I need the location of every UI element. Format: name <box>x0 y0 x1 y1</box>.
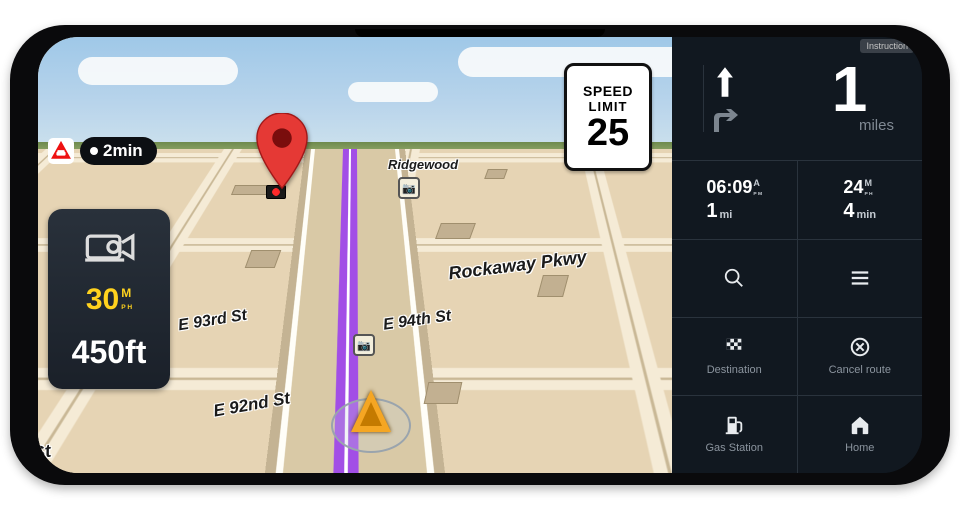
traffic-delay-value: 2min <box>80 137 157 165</box>
current-position-icon <box>331 388 411 468</box>
search-icon <box>723 267 745 289</box>
destination-button[interactable]: Destination <box>672 318 798 395</box>
flag-checkered-icon <box>723 336 745 358</box>
place-label: Ridgewood <box>388 157 458 172</box>
next-instruction-panel[interactable]: Instruction 1 miles <box>672 37 922 161</box>
app-screen: 📷 📷 Ridgewood Rockaway Pkwy E 93rd St E … <box>38 37 922 473</box>
speed-limit-label: SPEED <box>583 83 633 99</box>
gas-station-button[interactable]: Gas Station <box>672 396 798 473</box>
menu-icon <box>849 267 871 289</box>
trip-stats-row[interactable]: 06:09AP M 1mi 24MP H 4min <box>672 161 922 239</box>
cancel-route-label: Cancel route <box>829 364 891 376</box>
current-speed: 24MP H <box>843 177 872 198</box>
speed-limit-sign: SPEED LIMIT 25 <box>564 63 652 171</box>
menu-button[interactable] <box>798 240 923 317</box>
cancel-icon <box>849 336 871 358</box>
traffic-warning-icon <box>48 138 74 164</box>
speed-limit-value: 25 <box>587 114 629 152</box>
speed-camera-icon <box>83 227 135 267</box>
home-button[interactable]: Home <box>798 396 923 473</box>
eta-time: 06:09AP M <box>706 177 762 198</box>
phone-frame: 📷 📷 Ridgewood Rockaway Pkwy E 93rd St E … <box>10 25 950 485</box>
search-button[interactable] <box>672 240 798 317</box>
gas-pump-icon <box>723 414 745 436</box>
next-distance-value: 1 <box>832 64 868 115</box>
camera-distance: 450ft <box>72 334 147 371</box>
map-view[interactable]: 📷 📷 Ridgewood Rockaway Pkwy E 93rd St E … <box>38 37 672 473</box>
instruction-tag: Instruction <box>860 39 914 53</box>
next-distance-unit: miles <box>859 117 894 134</box>
destination-pin-icon <box>254 113 310 191</box>
home-icon <box>849 414 871 436</box>
camera-poi-icon: 📷 <box>353 334 375 356</box>
camera-poi-icon: 📷 <box>398 177 420 199</box>
arrow-straight-icon <box>711 65 739 99</box>
traffic-warning-badge[interactable]: 2min <box>48 137 157 165</box>
camera-speed: 30 MP H <box>86 283 132 317</box>
cancel-route-button[interactable]: Cancel route <box>798 318 923 395</box>
destination-label: Destination <box>707 364 762 376</box>
nav-sidebar: Instruction 1 miles 06:09AP M 1mi <box>672 37 922 473</box>
speed-camera-panel[interactable]: 30 MP H 450ft <box>48 209 170 389</box>
phone-notch <box>355 29 605 37</box>
remaining-time: 4min <box>843 200 876 223</box>
arrow-right-icon <box>710 107 740 133</box>
gas-station-label: Gas Station <box>706 442 763 454</box>
home-label: Home <box>845 442 874 454</box>
remaining-distance: 1mi <box>706 200 732 223</box>
